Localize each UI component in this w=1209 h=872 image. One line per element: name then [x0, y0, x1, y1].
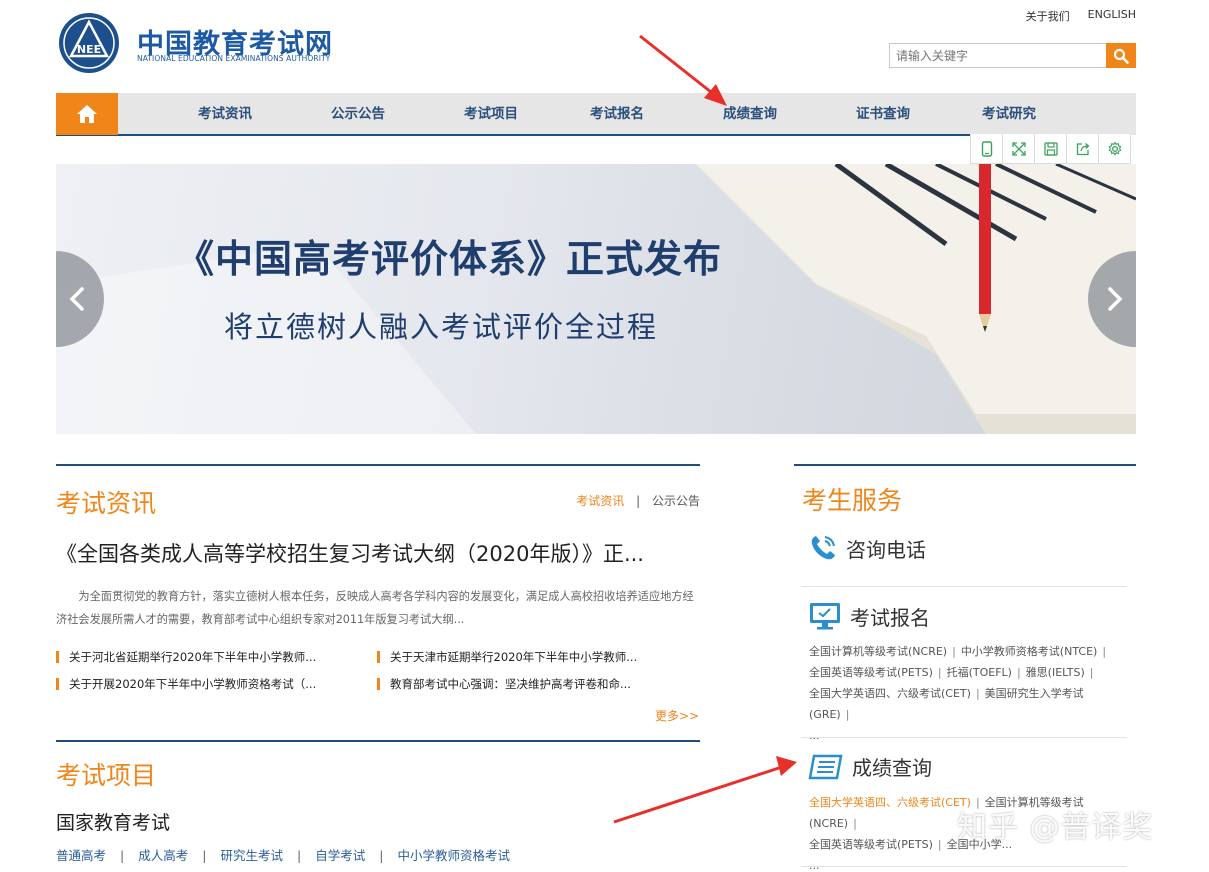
- nav-item-exam-research[interactable]: 考试研究: [982, 93, 1036, 135]
- share-button[interactable]: [1066, 134, 1099, 164]
- reg-link-ielts[interactable]: 雅思(IELTS): [1026, 666, 1085, 679]
- exam-links: 普通高考 | 成人高考 | 研究生考试 | 自学考试 | 中小学教师资格考试: [56, 848, 510, 863]
- fullscreen-icon: [1011, 141, 1026, 156]
- exams-divider: [56, 740, 700, 742]
- nav-item-exam-projects[interactable]: 考试项目: [464, 93, 518, 135]
- nav-item-exam-registration[interactable]: 考试报名: [590, 93, 644, 135]
- carousel-prev-button[interactable]: [56, 251, 104, 347]
- nav-item-score-query[interactable]: 成绩查询: [723, 93, 777, 135]
- document-icon: [808, 754, 843, 779]
- annotation-arrow-nav: [639, 34, 717, 98]
- news-list-item[interactable]: 教育部考试中心强调：坚决维护高考评卷和命...: [377, 676, 631, 692]
- home-icon: [77, 105, 97, 123]
- score-link-pets[interactable]: 全国英语等级考试(PETS): [809, 838, 933, 851]
- english-link[interactable]: ENGLISH: [1088, 8, 1136, 24]
- service-phone-label: 咨询电话: [846, 537, 926, 562]
- mobile-icon: [981, 140, 992, 157]
- news-list-item[interactable]: 关于天津市延期举行2020年下半年中小学教师...: [377, 649, 637, 665]
- nav-item-exam-news[interactable]: 考试资讯: [198, 93, 252, 135]
- exam-link-self-study[interactable]: 自学考试: [315, 848, 365, 863]
- exam-link-graduate[interactable]: 研究生考试: [220, 848, 283, 863]
- accessibility-toolbar: [970, 134, 1136, 164]
- nav-home[interactable]: [56, 93, 118, 135]
- banner-book-illustration: [56, 164, 1136, 434]
- watermark: 知乎 @普译奖: [957, 810, 1154, 845]
- save-button[interactable]: [1034, 134, 1067, 164]
- news-list-item[interactable]: 关于开展2020年下半年中小学教师资格考试（...: [56, 676, 316, 692]
- exam-link-teacher[interactable]: 中小学教师资格考试: [397, 848, 510, 863]
- reg-link-ncre[interactable]: 全国计算机等级考试(NCRE): [809, 645, 947, 658]
- search-input[interactable]: [889, 43, 1106, 68]
- exam-link-gaokao[interactable]: 普通高考: [56, 848, 106, 863]
- service-score-label: 成绩查询: [852, 756, 932, 780]
- nav-item-announcements[interactable]: 公示公告: [331, 93, 385, 135]
- reg-link-pets[interactable]: 全国英语等级考试(PETS): [809, 666, 933, 679]
- about-link[interactable]: 关于我们: [1026, 8, 1070, 24]
- service-divider: [794, 464, 1136, 466]
- top-links: 关于我们 ENGLISH: [1026, 8, 1136, 24]
- svg-text:NEE: NEE: [77, 43, 101, 56]
- service-separator: [801, 737, 1127, 738]
- news-headline[interactable]: 《全国各类成人高等学校招生复习考试大纲（2020年版）》正...: [56, 538, 644, 568]
- annotation-arrow-score: [613, 765, 783, 824]
- service-score-query[interactable]: 成绩查询: [808, 752, 932, 781]
- reg-link-ntce[interactable]: 中小学教师资格考试(NTCE): [961, 645, 1098, 658]
- reg-link-cet[interactable]: 全国大学英语四、六级考试(CET): [809, 687, 971, 700]
- service-registration-label: 考试报名: [850, 605, 930, 630]
- search-button[interactable]: [1106, 43, 1136, 68]
- news-tabs: 考试资讯 | 公示公告: [576, 492, 700, 509]
- settings-button[interactable]: [1098, 134, 1131, 164]
- annotation-arrowhead-score: [776, 756, 797, 776]
- exams-section-title: 考试项目: [56, 761, 157, 790]
- search-box: [889, 43, 1136, 69]
- service-separator: [801, 586, 1127, 587]
- service-registration[interactable]: 考试报名: [808, 601, 930, 631]
- news-more-link[interactable]: 更多>>: [655, 707, 699, 724]
- mobile-button[interactable]: [970, 134, 1003, 164]
- tab-exam-news[interactable]: 考试资讯: [576, 494, 624, 508]
- news-summary: 为全面贯彻党的教育方针，落实立德树人根本任务，反映成人高考各学科内容的发展变化，…: [56, 590, 694, 626]
- score-link-cet[interactable]: 全国大学英语四、六级考试(CET): [809, 796, 971, 809]
- registration-links: 全国计算机等级考试(NCRE) | 中小学教师资格考试(NTCE) | 全国英语等级考…: [809, 645, 1107, 742]
- reg-link-toefl[interactable]: 托福(TOEFL): [947, 666, 1012, 679]
- banner-subtitle: 将立德树人融入考试评价全过程: [224, 310, 659, 344]
- monitor-icon: [810, 603, 840, 630]
- tab-separator: |: [636, 494, 641, 508]
- tab-announcements[interactable]: 公示公告: [652, 494, 700, 508]
- phone-icon: [811, 536, 835, 560]
- banner-carousel[interactable]: 《中国高考评价体系》正式发布 将立德树人融入考试评价全过程: [56, 164, 1136, 434]
- site-name-english: NATIONAL EDUCATION EXAMINATIONS AUTHORIT…: [137, 54, 331, 63]
- banner-title: 《中国高考评价体系》正式发布: [176, 237, 723, 281]
- carousel-next-button[interactable]: [1088, 251, 1136, 347]
- exam-link-adult[interactable]: 成人高考: [138, 848, 188, 863]
- news-list-item[interactable]: 关于河北省延期举行2020年下半年中小学教师...: [56, 649, 316, 665]
- service-separator: [801, 866, 1127, 867]
- site-logo[interactable]: NEE: [56, 12, 122, 74]
- exams-subtitle: 国家教育考试: [56, 812, 171, 834]
- fullscreen-button[interactable]: [1002, 134, 1035, 164]
- service-section-title: 考生服务: [802, 486, 903, 515]
- settings-icon: [1108, 141, 1121, 156]
- news-divider: [56, 464, 700, 466]
- news-section-title: 考试资讯: [56, 489, 157, 518]
- save-icon: [1043, 141, 1058, 156]
- reg-more-ellipsis: ...: [809, 729, 820, 742]
- nav-item-certificate-query[interactable]: 证书查询: [856, 93, 910, 135]
- search-icon: [1113, 48, 1129, 64]
- share-icon: [1076, 142, 1090, 155]
- service-phone[interactable]: 咨询电话: [808, 533, 926, 563]
